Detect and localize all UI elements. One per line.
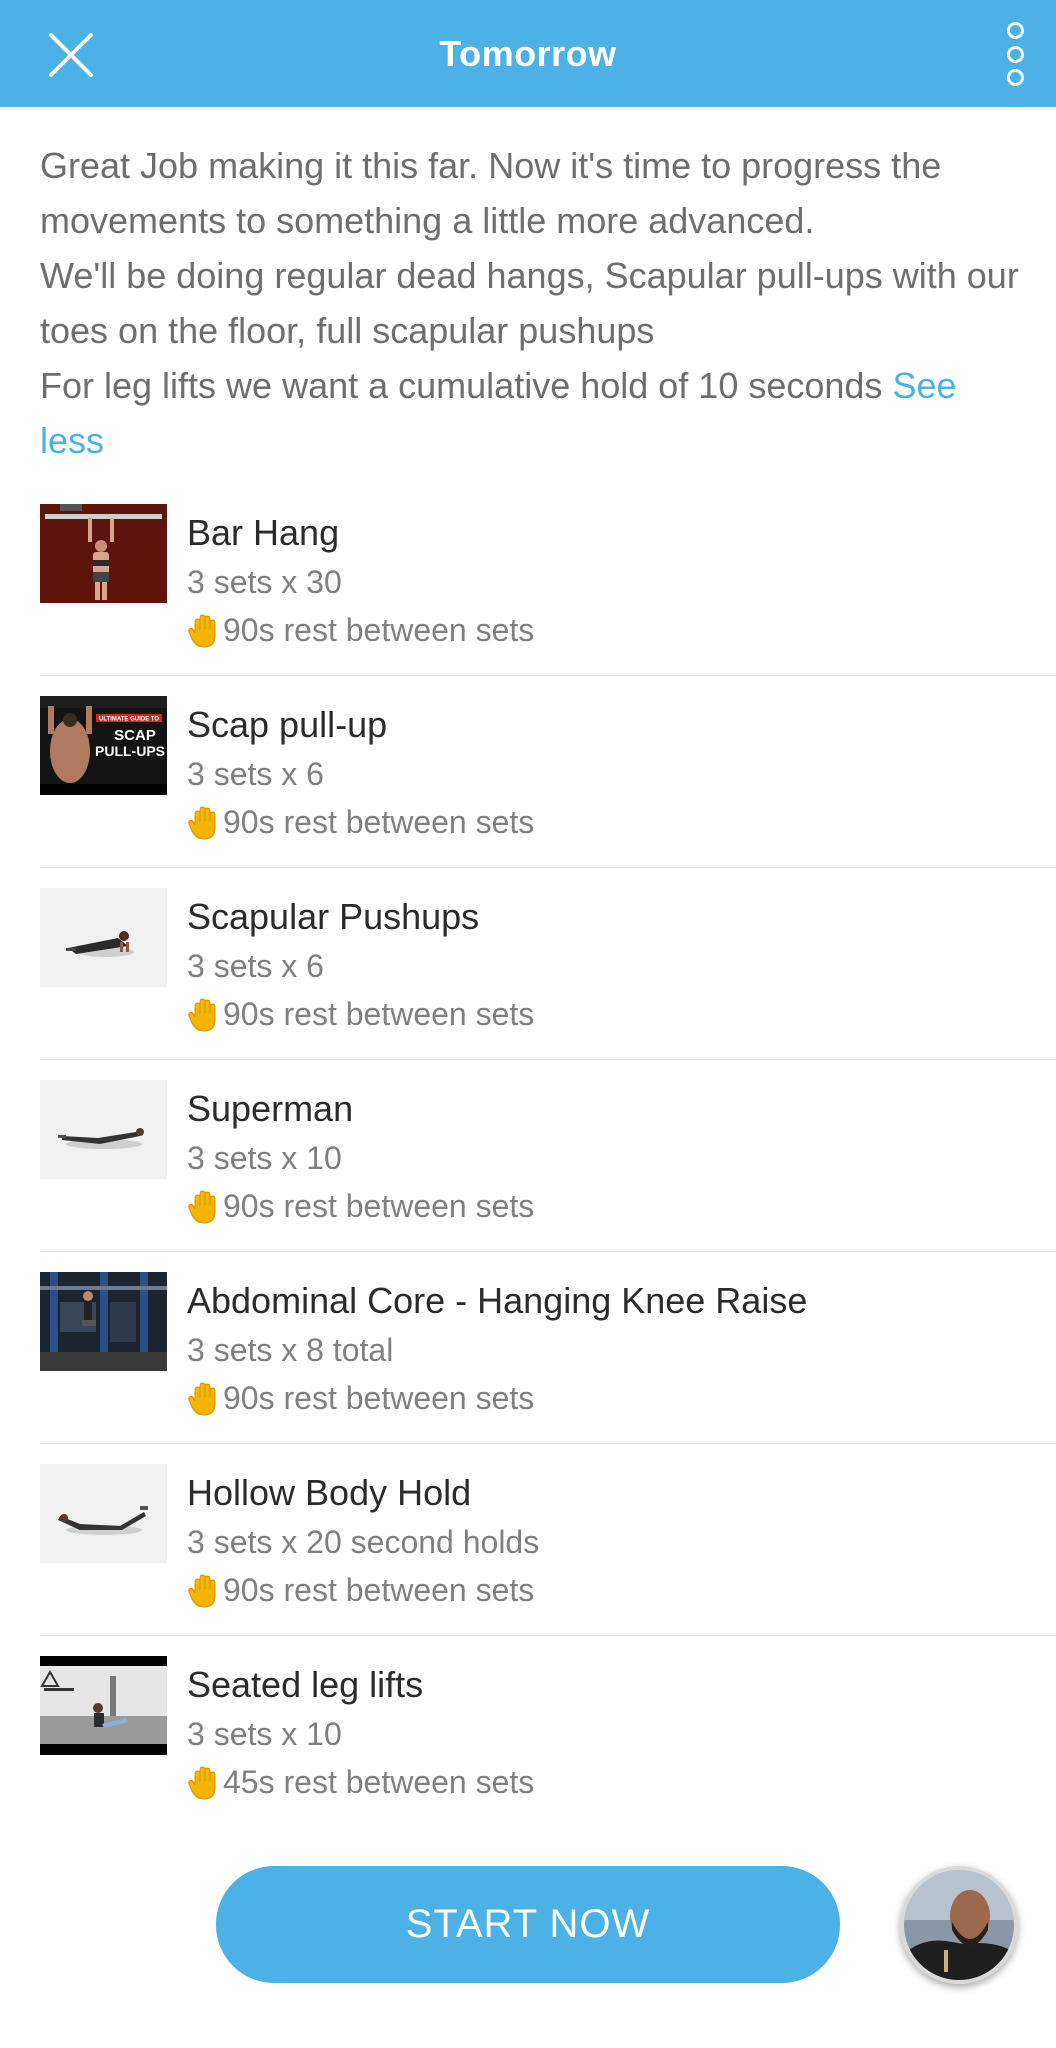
exercise-thumbnail (40, 504, 167, 603)
exercise-row-scapular-pushups[interactable]: Scapular Pushups 3 sets x 6 90s rest bet… (40, 868, 1056, 1060)
thumb-caption-1: ULTIMATE GUIDE TO (99, 717, 159, 723)
exercise-rest-text: 90s rest between sets (223, 1380, 535, 1416)
raised-hand-icon (187, 1189, 221, 1225)
exercise-row-scap-pull-up[interactable]: ULTIMATE GUIDE TO SCAP PULL-UPS Scap pul… (40, 676, 1056, 868)
exercise-rest-text: 90s rest between sets (223, 1188, 535, 1224)
exercise-rest: 45s rest between sets (187, 1764, 534, 1801)
close-icon[interactable] (48, 32, 94, 78)
exercise-name: Abdominal Core - Hanging Knee Raise (187, 1280, 808, 1321)
exercise-name: Hollow Body Hold (187, 1472, 472, 1513)
coach-avatar[interactable] (900, 1866, 1018, 1984)
exercise-thumbnail (40, 1656, 167, 1755)
exercise-rest-text: 90s rest between sets (223, 612, 535, 648)
thumb-caption-3: PULL-UPS (95, 743, 165, 759)
raised-hand-icon (187, 1381, 221, 1417)
exercise-sets: 3 sets x 6 (187, 756, 324, 792)
exercise-rest: 90s rest between sets (187, 1572, 534, 1609)
top-bar: Tomorrow (0, 0, 1056, 107)
start-now-button[interactable]: START NOW (216, 1866, 840, 1983)
exercise-thumbnail (40, 1464, 167, 1563)
exercise-row-superman[interactable]: Superman 3 sets x 10 90s rest between se… (40, 1060, 1056, 1252)
exercise-sets: 3 sets x 10 (187, 1716, 342, 1752)
exercise-row-bar-hang[interactable]: Bar Hang 3 sets x 30 90s rest between se… (40, 484, 1056, 676)
exercise-sets: 3 sets x 10 (187, 1140, 342, 1176)
exercise-rest-text: 90s rest between sets (223, 996, 535, 1032)
exercise-rest: 90s rest between sets (187, 612, 534, 649)
exercise-name: Bar Hang (187, 512, 340, 553)
workout-description: Great Job making it this far. Now it's t… (40, 138, 1030, 468)
exercise-sets: 3 sets x 8 total (187, 1332, 394, 1368)
exercise-row-seated-leg-lifts[interactable]: Seated leg lifts 3 sets x 10 45s rest be… (40, 1636, 1056, 1828)
exercise-rest: 90s rest between sets (187, 1380, 534, 1417)
page-title: Tomorrow (439, 32, 617, 74)
exercise-row-hollow-body-hold[interactable]: Hollow Body Hold 3 sets x 20 second hold… (40, 1444, 1056, 1636)
raised-hand-icon (187, 1765, 221, 1801)
exercise-row-hanging-knee-raise[interactable]: Abdominal Core - Hanging Knee Raise 3 se… (40, 1252, 1056, 1444)
exercise-thumbnail (40, 888, 167, 987)
description-line-1: Great Job making it this far. Now it's t… (40, 145, 942, 241)
description-line-3: For leg lifts we want a cumulative hold … (40, 358, 1030, 468)
description-line-3-text: For leg lifts we want a cumulative hold … (40, 365, 883, 406)
exercise-name: Scap pull-up (187, 704, 388, 745)
exercise-rest-text: 90s rest between sets (223, 804, 535, 840)
exercise-sets: 3 sets x 20 second holds (187, 1524, 540, 1560)
more-vertical-icon[interactable] (1004, 22, 1026, 86)
exercise-name: Superman (187, 1088, 354, 1129)
exercise-thumbnail: ULTIMATE GUIDE TO SCAP PULL-UPS (40, 696, 167, 795)
exercise-rest-text: 90s rest between sets (223, 1572, 535, 1608)
thumb-caption-2: SCAP (114, 727, 156, 744)
raised-hand-icon (187, 805, 221, 841)
raised-hand-icon (187, 997, 221, 1033)
exercise-rest: 90s rest between sets (187, 996, 534, 1033)
description-line-2: We'll be doing regular dead hangs, Scapu… (40, 255, 1019, 351)
raised-hand-icon (187, 613, 221, 649)
exercise-list: Bar Hang 3 sets x 30 90s rest between se… (40, 484, 1056, 1828)
raised-hand-icon (187, 1573, 221, 1609)
exercise-rest: 90s rest between sets (187, 804, 534, 841)
exercise-rest: 90s rest between sets (187, 1188, 534, 1225)
exercise-sets: 3 sets x 30 (187, 564, 342, 600)
exercise-name: Seated leg lifts (187, 1664, 424, 1705)
exercise-thumbnail (40, 1272, 167, 1371)
exercise-rest-text: 45s rest between sets (223, 1764, 535, 1800)
exercise-sets: 3 sets x 6 (187, 948, 324, 984)
exercise-thumbnail (40, 1080, 167, 1179)
exercise-name: Scapular Pushups (187, 896, 480, 937)
